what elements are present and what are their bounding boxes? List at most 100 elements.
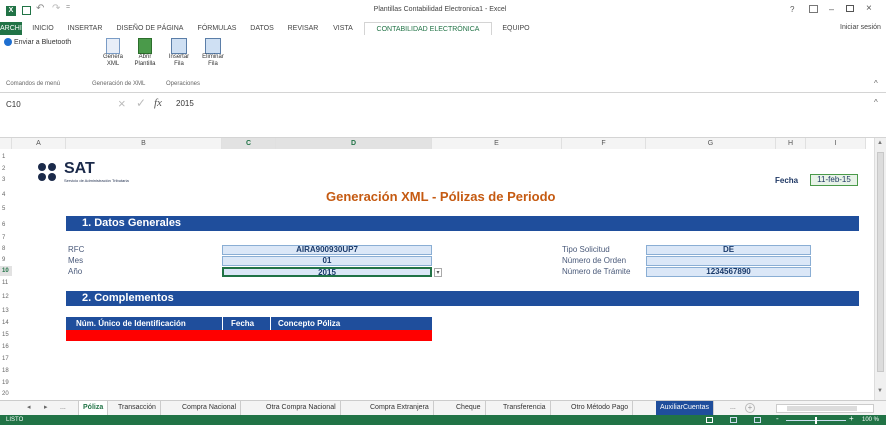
row-header-5[interactable]: 5 [0,204,12,214]
row-header-20[interactable]: 20 [0,389,12,399]
sheet-tab-transferencia[interactable]: Transferencia [499,401,551,415]
insertar-fila-button[interactable]: Insertar Fila [165,38,193,68]
bluetooth-button[interactable]: Enviar a Bluetooth [4,38,71,46]
sheet-tab-otra-compra-nacional[interactable]: Otra Compra Nacional [262,401,341,415]
xml-icon [106,38,120,54]
close-icon[interactable]: × [866,3,872,14]
row-header-17[interactable]: 17 [0,354,12,364]
sheet-prev-icon[interactable]: ◂ [27,403,31,411]
row-header-11[interactable]: 11 [0,278,12,288]
tab-inicio[interactable]: INICIO [28,22,58,35]
formula-input[interactable]: 2015 [176,99,866,108]
col-header-i[interactable]: I [806,138,866,149]
row-header-12[interactable]: 12 [0,292,12,302]
sheet-tab-cheque[interactable]: Cheque [452,401,486,415]
horizontal-scrollbar[interactable] [776,404,874,413]
row-header-7[interactable]: 7 [0,233,12,243]
scroll-up-icon[interactable]: ▲ [877,140,883,146]
col-header-h[interactable]: H [776,138,806,149]
row-header-2[interactable]: 2 [0,164,12,174]
sheet-tab-transaccion[interactable]: Transacción [114,401,161,415]
fecha-value[interactable]: 11-feb-15 [810,174,858,186]
eliminar-fila-button[interactable]: Eliminar Fila [198,38,228,68]
select-all-corner[interactable] [0,138,12,149]
expand-formula-icon[interactable]: ^ [874,98,878,107]
quick-access-menu-icon[interactable]: = [66,4,70,11]
row-header-16[interactable]: 16 [0,342,12,352]
scroll-down-icon[interactable]: ▼ [877,388,883,394]
col-header-f[interactable]: F [562,138,646,149]
tab-formulas[interactable]: FÓRMULAS [194,22,240,35]
abrir-plantilla-button[interactable]: Abrir Plantilla [130,38,160,68]
tab-contabilidad[interactable]: CONTABILIDAD ELECTRÓNICA [364,22,492,35]
name-box[interactable]: C10 [4,99,94,111]
row-header-9[interactable]: 9 [0,255,12,265]
col-header-e[interactable]: E [432,138,562,149]
undo-icon[interactable]: ↶ [36,3,44,14]
zoom-in-icon[interactable]: + [849,414,854,424]
scroll-thumb[interactable] [877,152,884,372]
col-header-g[interactable]: G [646,138,776,149]
row-header-4[interactable]: 4 [0,190,12,200]
row-header-3[interactable]: 3 [0,175,12,185]
tab-datos[interactable]: DATOS [246,22,278,35]
col-header-c[interactable]: C [222,138,276,149]
col-header-a[interactable]: A [12,138,66,149]
tab-revisar[interactable]: REVISAR [284,22,322,35]
rfc-input[interactable]: AIRA900930UP7 [222,245,432,255]
row-header-18[interactable]: 18 [0,366,12,376]
row-header-15[interactable]: 15 [0,330,12,340]
tipo-solicitud-input[interactable]: DE [646,245,811,255]
complementos-empty-row[interactable] [66,330,432,341]
page-layout-icon[interactable] [730,417,737,423]
help-icon[interactable]: ? [790,5,794,14]
row-header-6[interactable]: 6 [0,220,12,230]
zoom-slider-thumb[interactable] [815,417,817,424]
tab-diseno[interactable]: DISEÑO DE PÁGINA [112,22,188,35]
sheet-tab-compra-extranjera[interactable]: Compra Extranjera [366,401,434,415]
zoom-level[interactable]: 100 % [862,415,879,425]
anio-input[interactable]: 2015 [222,267,432,277]
save-icon[interactable] [22,6,31,15]
sheet-tab-auxiliar-cuentas[interactable]: AuxiliarCuentas [656,401,715,415]
collapse-ribbon-icon[interactable]: ^ [874,79,878,88]
row-header-19[interactable]: 19 [0,378,12,388]
cancel-icon[interactable]: × [118,96,126,111]
sheet-tab-poliza[interactable]: Póliza [78,401,109,415]
sign-in-link[interactable]: Iniciar sesión [840,24,881,31]
add-sheet-icon[interactable]: + [745,403,755,413]
restore-icon[interactable] [846,5,854,12]
genera-xml-button[interactable]: Genera XML [100,38,126,68]
row-header-10[interactable]: 10 [0,266,12,276]
row-header-1[interactable]: 1 [0,152,12,162]
insert-function-icon[interactable]: fx [154,97,162,109]
row-header-14[interactable]: 14 [0,318,12,328]
mes-input[interactable]: 01 [222,256,432,266]
tab-archivo[interactable]: ARCHIVO [0,22,32,35]
tab-equipo[interactable]: EQUIPO [498,22,534,35]
row-header-13[interactable]: 13 [0,306,12,316]
tab-insertar[interactable]: INSERTAR [64,22,106,35]
redo-icon[interactable]: ↷ [52,3,60,14]
col-header-d[interactable]: D [276,138,432,149]
col-header-b[interactable]: B [66,138,222,149]
ribbon-display-icon[interactable] [809,5,818,13]
sheet-next-icon[interactable]: ▸ [44,403,48,411]
worksheet-grid[interactable]: A B C D E F G H I 1 2 3 4 5 6 7 8 9 10 1… [0,138,874,400]
anio-dropdown-icon[interactable]: ▾ [434,268,442,277]
hscroll-thumb[interactable] [787,406,857,411]
sheet-tab-otro-metodo-pago[interactable]: Otro Método Pago [567,401,634,415]
sheet-more-right[interactable]: ... [730,404,736,411]
tab-vista[interactable]: VISTA [328,22,358,35]
normal-view-icon[interactable] [706,417,713,423]
numero-orden-input[interactable] [646,256,811,266]
vertical-scrollbar[interactable]: ▲ ▼ [874,138,886,400]
zoom-out-icon[interactable]: - [776,414,779,424]
numero-tramite-input[interactable]: 1234567890 [646,267,811,277]
row-header-8[interactable]: 8 [0,244,12,254]
minimize-icon[interactable]: – [829,4,834,14]
sheet-more-left[interactable]: ... [60,404,66,411]
page-break-icon[interactable] [754,417,761,423]
enter-icon[interactable]: ✓ [136,96,146,110]
sheet-tab-compra-nacional[interactable]: Compra Nacional [178,401,242,415]
